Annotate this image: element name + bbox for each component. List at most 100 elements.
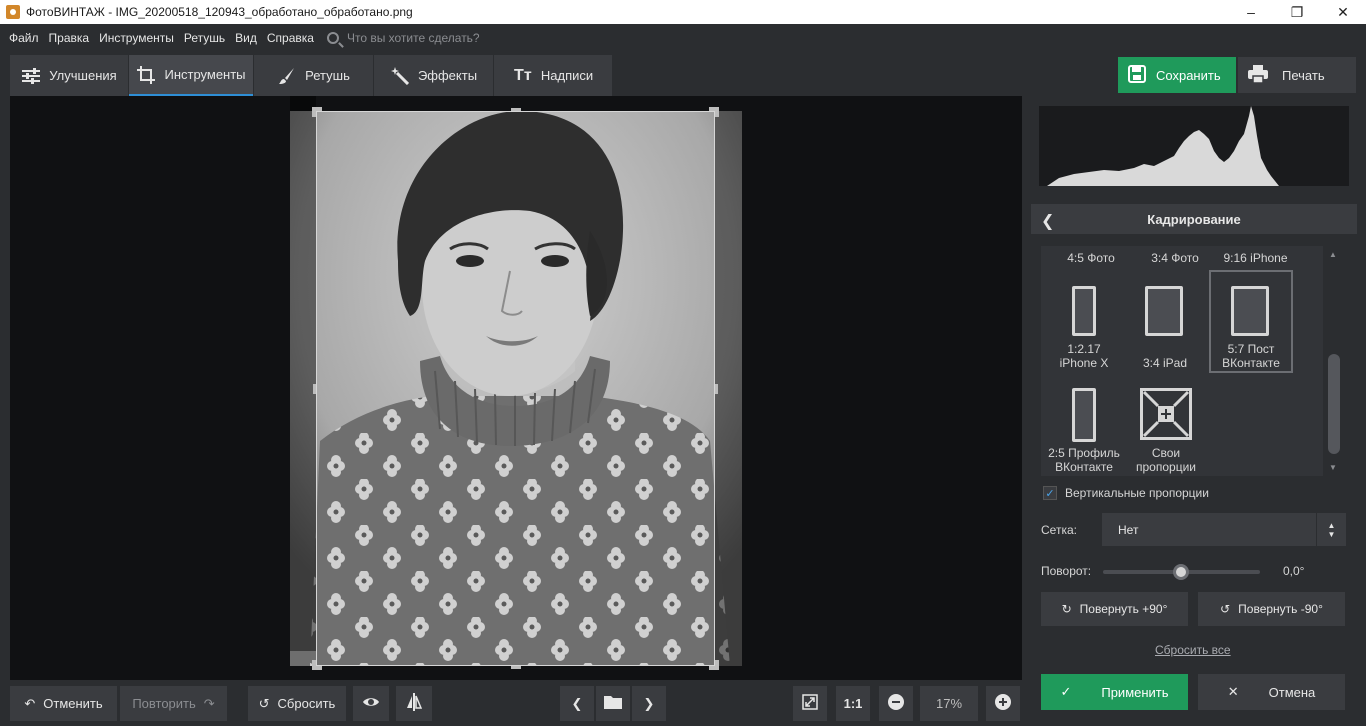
chevron-right-icon: ❯ [643, 695, 655, 711]
crop-handle-left[interactable] [313, 384, 316, 394]
crop-frame[interactable] [312, 107, 719, 670]
zoom-level[interactable]: 17% [920, 686, 978, 721]
preset-label-line1: 2:5 Профиль [1048, 446, 1120, 460]
scroll-down-icon[interactable]: ▼ [1329, 463, 1337, 472]
select-arrows-icon: ▲ ▼ [1316, 513, 1346, 546]
menu-help[interactable]: Справка [262, 31, 319, 45]
vertical-proportions-label: Вертикальные пропорции [1065, 486, 1209, 500]
grid-select-value: Нет [1118, 522, 1139, 537]
menu-retouch[interactable]: Ретушь [179, 31, 230, 45]
tab-label: Улучшения [49, 68, 117, 83]
floppy-icon [1128, 64, 1146, 86]
app-logo-icon [6, 5, 20, 19]
rotation-slider-knob[interactable] [1173, 564, 1189, 580]
preset-label-line1: 1:2.17 [1067, 342, 1101, 356]
zoom-in-button[interactable] [986, 686, 1020, 721]
crop-handle-top[interactable] [511, 108, 521, 111]
crop-handle-tr-v[interactable] [715, 107, 719, 117]
next-image-button[interactable]: ❯ [632, 686, 666, 721]
rotate-minus-90-button[interactable]: ↺ Повернуть -90° [1198, 592, 1345, 626]
crop-handle-right[interactable] [715, 384, 718, 394]
maximize-icon[interactable]: ❐ [1274, 0, 1320, 24]
compare-icon [406, 693, 423, 714]
tab-label: Надписи [540, 68, 594, 83]
presets-scrollbar[interactable]: ▲ ▼ [1326, 246, 1342, 476]
fit-screen-button[interactable] [793, 686, 827, 721]
plus-circle-icon [995, 694, 1011, 713]
minimize-icon[interactable]: – [1228, 0, 1274, 24]
save-label: Сохранить [1156, 67, 1221, 83]
rotate-plus-90-button[interactable]: ↻ Повернуть +90° [1041, 592, 1188, 626]
reset-all-link[interactable]: Сбросить все [1155, 643, 1231, 657]
close-icon[interactable]: ✕ [1320, 0, 1366, 24]
redo-label: Повторить [132, 696, 196, 711]
reset-button[interactable]: ↺ Сбросить [248, 686, 346, 721]
zoom-1-1-button[interactable]: 1:1 [836, 686, 870, 721]
crop-handle-br-v[interactable] [715, 660, 719, 670]
undo-icon: ↶ [24, 695, 36, 711]
menu-file[interactable]: Файл [4, 31, 44, 45]
check-icon: ✓ [1060, 684, 1072, 699]
scroll-thumb[interactable] [1328, 354, 1340, 454]
preset-label-line2: пропорции [1136, 460, 1196, 474]
rotation-slider[interactable] [1103, 564, 1260, 580]
minus-circle-icon [888, 694, 904, 713]
vertical-proportions-checkbox[interactable]: ✓ [1043, 486, 1057, 500]
undo-button[interactable]: ↶ Отменить [10, 686, 117, 721]
tab-label: Ретушь [305, 68, 350, 83]
printer-icon [1248, 64, 1268, 86]
command-search-input[interactable] [346, 31, 547, 45]
tab-retouch[interactable]: Ретушь [254, 55, 373, 96]
crop-handle-tl-v[interactable] [312, 107, 316, 117]
print-label: Печать [1282, 67, 1325, 83]
prev-image-button[interactable]: ❮ [560, 686, 594, 721]
menu-tools[interactable]: Инструменты [94, 31, 179, 45]
save-button[interactable]: Сохранить [1118, 57, 1236, 93]
redo-button[interactable]: Повторить ↷ [120, 686, 227, 721]
preset-9-16-iphone[interactable]: 9:16 iPhone [1213, 251, 1298, 265]
open-folder-button[interactable] [596, 686, 630, 721]
preset-4-5-photo[interactable]: 4:5 Фото [1051, 251, 1131, 265]
top-actions: Сохранить Печать [1118, 57, 1356, 93]
custom-ratio-icon [1140, 388, 1192, 440]
tab-captions[interactable]: Tт Надписи [494, 55, 612, 96]
preset-label-line2: ВКонтакте [1055, 460, 1113, 474]
undo-label: Отменить [43, 696, 103, 711]
preset-label-line1: 5:7 Пост [1227, 342, 1275, 356]
apply-button[interactable]: ✓ Применить [1041, 674, 1188, 710]
preset-3-4-photo[interactable]: 3:4 Фото [1135, 251, 1215, 265]
menu-edit[interactable]: Правка [44, 31, 95, 45]
aspect-presets: 4:5 Фото 3:4 Фото 9:16 iPhone 1:2.17 iPh… [1041, 246, 1323, 476]
panel-header: ❮ Кадрирование [1031, 204, 1357, 234]
tab-label: Эффекты [417, 68, 478, 83]
rotation-value: 0,0° [1283, 564, 1305, 578]
zoom-out-button[interactable] [879, 686, 913, 721]
compare-button[interactable] [396, 686, 432, 721]
rotate-minus-label: Повернуть -90° [1238, 602, 1323, 616]
crop-handle-bl-v[interactable] [312, 660, 316, 670]
cancel-button[interactable]: ✕ Отмена [1198, 674, 1345, 710]
preset-label-line2: iPhone X [1059, 356, 1109, 370]
preview-button[interactable] [353, 686, 389, 721]
title-bar: ФотоВИНТАЖ - IMG_20200518_120943_обработ… [0, 0, 1366, 24]
tab-effects[interactable]: Эффекты [374, 55, 493, 96]
tab-tools[interactable]: Инструменты [129, 55, 253, 96]
grid-select[interactable]: Нет ▲ ▼ [1102, 513, 1346, 546]
window-title: ФотоВИНТАЖ - IMG_20200518_120943_обработ… [26, 5, 413, 19]
search-icon [326, 32, 339, 44]
magic-wand-icon [390, 66, 410, 85]
redo-icon: ↷ [203, 695, 215, 711]
back-arrow-icon[interactable]: ❮ [1041, 211, 1054, 231]
crop-handle-bottom[interactable] [511, 666, 521, 669]
preset-shape [1072, 286, 1096, 336]
tab-improvements[interactable]: Улучшения [10, 55, 128, 96]
print-button[interactable]: Печать [1238, 57, 1356, 93]
menu-view[interactable]: Вид [230, 31, 262, 45]
close-x-icon: ✕ [1227, 684, 1239, 699]
window-controls: – ❐ ✕ [1228, 0, 1366, 24]
crop-icon [136, 65, 156, 84]
preset-label-line1: 3:4 iPad [1142, 356, 1188, 370]
scroll-up-icon[interactable]: ▲ [1329, 250, 1337, 259]
preset-shape [1231, 286, 1269, 336]
image-canvas[interactable] [10, 96, 1022, 680]
